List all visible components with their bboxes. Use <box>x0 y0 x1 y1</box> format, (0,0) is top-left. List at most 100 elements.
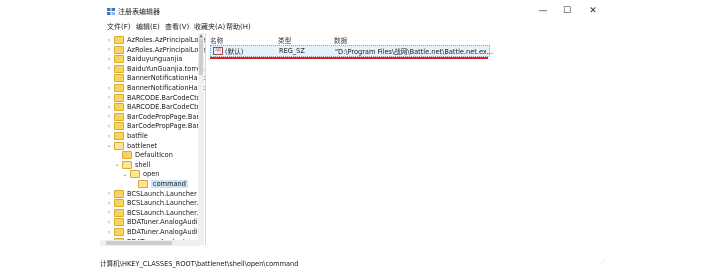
tree-item-label: AzRoles.AzPrincipalLoca <box>127 36 206 44</box>
menu-edit[interactable]: 编辑(E) <box>136 22 160 32</box>
expand-chevron-icon[interactable]: › <box>106 113 112 120</box>
tree-item-label: BCSLaunch.Launcher <box>127 189 197 198</box>
tree-item[interactable]: DefaultIcon <box>114 150 173 160</box>
expand-chevron-icon[interactable]: › <box>106 209 112 216</box>
column-header-data[interactable]: 数据 <box>334 35 347 45</box>
tree-item[interactable]: › BCSLaunch.Launcher.1 <box>106 198 203 208</box>
tree-item[interactable]: › BannerNotificationHanc <box>106 83 205 93</box>
tree-item[interactable]: › BarCodePropPage.BarC <box>106 121 204 131</box>
folder-icon <box>114 141 124 150</box>
menu-help[interactable]: 帮助(H) <box>226 22 251 32</box>
menu-bar: 文件(F) 编辑(E) 查看(V) 收藏夹(A) 帮助(H) <box>100 22 608 33</box>
tree-item[interactable]: › AzRoles.AzPrincipalLoca <box>106 45 206 55</box>
tree-item[interactable]: › BARCODE.BarCodeCtrl. <box>106 102 203 112</box>
tree-item[interactable]: › BARCODE.BarCodeCtrl <box>106 93 201 103</box>
folder-icon <box>122 160 132 169</box>
tree-item-label: batfile <box>127 132 148 140</box>
window-title: 注册表编辑器 <box>118 8 160 16</box>
collapse-chevron-icon[interactable]: ⌄ <box>122 171 128 178</box>
tree-item[interactable]: › Baiduyunguanjia <box>106 54 182 64</box>
tree-vertical-scrollbar[interactable]: ▲ <box>198 33 204 245</box>
folder-icon <box>114 93 124 102</box>
tree-item-label: open <box>143 170 160 179</box>
tree-item-label: AzRoles.AzPrincipalLoca <box>127 45 206 54</box>
menu-favorites[interactable]: 收藏夹(A) <box>194 22 225 32</box>
value-row-default[interactable]: ab (默认) REG_SZ "D:\Program Files\战网\Batt… <box>210 45 494 57</box>
folder-icon <box>114 218 124 227</box>
expand-chevron-icon[interactable]: › <box>106 37 112 44</box>
tree-item[interactable]: › AzRoles.AzPrincipalLoca <box>106 35 206 45</box>
minimize-button[interactable]: — <box>532 4 554 18</box>
folder-icon <box>114 45 124 54</box>
collapse-chevron-icon[interactable]: ⌄ <box>106 142 112 149</box>
menu-view[interactable]: 查看(V) <box>165 22 189 32</box>
column-header-type[interactable]: 类型 <box>278 35 291 45</box>
value-type: REG_SZ <box>279 47 305 55</box>
folder-icon <box>114 199 124 208</box>
tree-item-label: BCSLaunch.Launcher.1 <box>127 199 203 208</box>
expand-chevron-icon[interactable]: › <box>106 133 112 140</box>
expand-chevron-icon[interactable]: › <box>106 229 112 236</box>
value-data: "D:\Program Files\战网\Battle.net\Battle.n… <box>335 48 494 56</box>
folder-icon <box>114 189 124 198</box>
folder-icon <box>114 36 124 44</box>
close-button[interactable]: ✕ <box>582 4 604 18</box>
folder-icon <box>122 151 132 160</box>
tree-item[interactable]: › BarCodePropPage.BarC <box>106 112 204 122</box>
folder-icon <box>130 170 140 179</box>
tree-item-label: BannerNotificationHanc <box>127 74 206 83</box>
tree-item[interactable]: › BCSLaunch.Launcher.2 <box>106 208 203 218</box>
expand-chevron-icon[interactable]: › <box>106 200 112 207</box>
expand-chevron-icon[interactable]: › <box>106 85 112 92</box>
highlight-underline <box>210 57 488 59</box>
tree-item[interactable]: › BCSLaunch.Launcher <box>106 189 197 199</box>
title-bar: 注册表编辑器 — ☐ ✕ <box>100 0 608 22</box>
tree-item[interactable]: ⌄ battlenet <box>106 141 157 151</box>
resize-grip-icon[interactable]: ⋰ <box>601 259 607 265</box>
scroll-thumb[interactable] <box>199 39 203 75</box>
expand-chevron-icon[interactable]: › <box>106 104 112 111</box>
folder-icon <box>138 180 148 188</box>
menu-file[interactable]: 文件(F) <box>107 22 131 32</box>
tree-item[interactable]: command <box>130 179 188 189</box>
expand-chevron-icon[interactable]: › <box>106 56 112 63</box>
expand-chevron-icon[interactable]: › <box>106 219 112 226</box>
scroll-thumb-horizontal[interactable] <box>106 241 172 245</box>
registry-editor-window: 注册表编辑器 — ☐ ✕ 文件(F) 编辑(E) 查看(V) 收藏夹(A) 帮助… <box>100 0 608 268</box>
tree-item-label: command <box>151 180 188 188</box>
folder-icon <box>114 55 124 64</box>
expand-chevron-icon[interactable]: › <box>106 123 112 130</box>
column-header-name[interactable]: 名称 <box>210 35 223 45</box>
tree-item-label: BARCODE.BarCodeCtrl <box>127 93 202 102</box>
values-pane: 名称 类型 数据 ab (默认) REG_SZ "D:\Program File… <box>206 33 608 245</box>
tree-item[interactable]: › batfile <box>106 131 148 141</box>
tree-item-label: BDATuner.AnalogAudio <box>127 228 202 236</box>
expand-chevron-icon[interactable]: › <box>106 65 112 72</box>
tree-item-label: BarCodePropPage.BarC <box>127 112 204 121</box>
tree-item-label: BarCodePropPage.BarC <box>127 122 204 131</box>
expand-chevron-icon[interactable]: › <box>106 94 112 101</box>
tree-item[interactable]: › BaiduYunGuanjia.torren <box>106 64 205 74</box>
folder-icon <box>114 64 124 73</box>
tree-item[interactable]: ⌄ open <box>122 169 159 179</box>
folder-icon <box>114 208 124 217</box>
registry-key-tree[interactable]: › AzRoles.AzPrincipalLoca › AzRoles.AzPrinc… <box>100 33 206 245</box>
tree-item-label: BaiduYunGuanjia.torren <box>127 64 205 73</box>
expand-chevron-icon[interactable]: › <box>106 190 112 197</box>
collapse-chevron-icon[interactable]: ⌄ <box>114 161 120 168</box>
value-name: (默认) <box>225 48 244 56</box>
tree-item-label: DefaultIcon <box>135 151 173 160</box>
maximize-button[interactable]: ☐ <box>556 4 578 18</box>
tree-item[interactable]: › BDATuner.AnalogAudio <box>106 227 202 237</box>
status-path: 计算机\HKEY_CLASSES_ROOT\battlenet\shell\op… <box>100 260 299 268</box>
registry-editor-icon <box>107 8 115 15</box>
tree-horizontal-scrollbar[interactable] <box>100 240 200 246</box>
folder-icon <box>114 74 124 83</box>
tree-item[interactable]: ⌄ shell <box>114 160 150 170</box>
tree-item[interactable]: BannerNotificationHanc <box>106 73 205 83</box>
expand-chevron-icon[interactable]: › <box>106 46 112 53</box>
tree-item[interactable]: › BDATuner.AnalogAudio <box>106 217 202 227</box>
folder-icon <box>114 228 124 236</box>
folder-icon <box>114 132 124 140</box>
folder-icon <box>114 84 124 92</box>
